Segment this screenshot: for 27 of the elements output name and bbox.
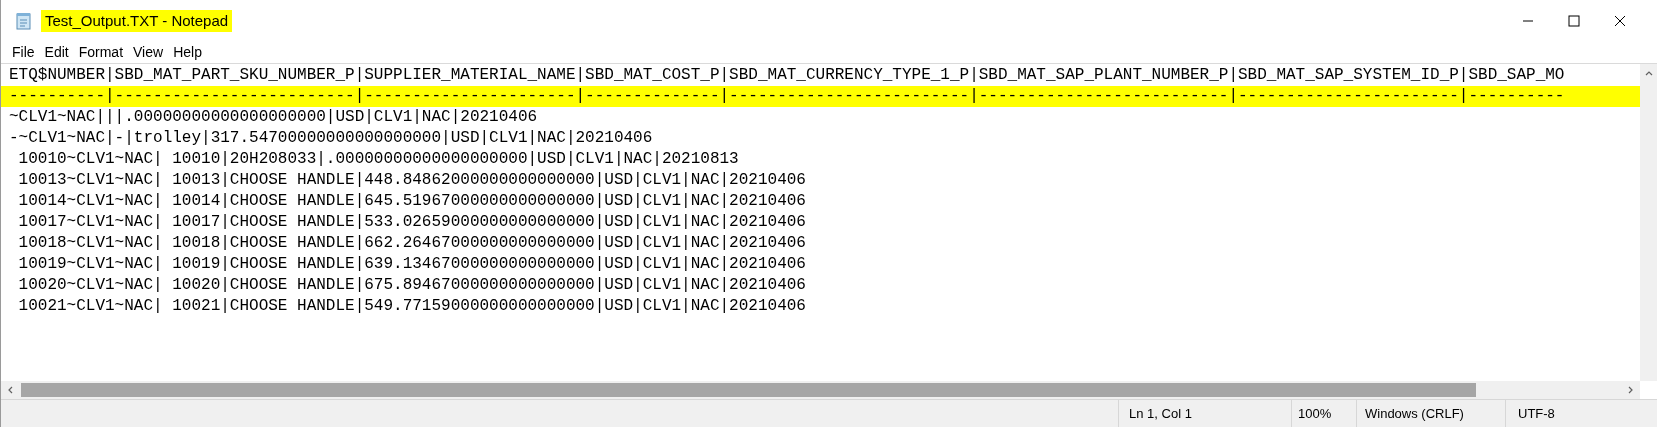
close-icon [1614,15,1626,27]
line-endings: Windows (CRLF) [1356,400,1505,427]
notepad-icon [15,12,33,30]
text-line: 10017~CLV1~NAC| 10017|CHOOSE HANDLE|533.02659000000000000000|USD|CLV1|NAC|20210406 [17,212,807,233]
text-line: 10020~CLV1~NAC| 10020|CHOOSE HANDLE|675.89467000000000000000|USD|CLV1|NAC|20210406 [17,275,807,296]
menu-item[interactable]: Format [73,42,129,63]
text-line: 10013~CLV1~NAC| 10013|CHOOSE HANDLE|448.84862000000000000000|USD|CLV1|NAC|20210406 [17,170,807,191]
text-line: 10021~CLV1~NAC| 10021|CHOOSE HANDLE|549.77159000000000000000|USD|CLV1|NAC|20210406 [17,296,807,317]
window-title: Test_Output.TXT - Notepad [41,9,233,33]
menu-item[interactable]: Edit [39,42,74,63]
text-line: ETQ$NUMBER|SBD_MAT_PART_SKU_NUMBER_P|SUPPLIER_MATERIAL_NAME|SBD_MAT_COST_P|SBD_MAT_CURRENCY_TYPE_1_P|SBD_MAT_SAP_PLANT_NUMBER_P|SBD_MAT_SAP_SYSTEM_ID_P|SBD_SAP_MO [8,65,1566,86]
menu-item[interactable]: View [128,42,169,63]
cursor-position: Ln 1, Col 1 [1118,400,1291,427]
text-line: 10018~CLV1~NAC| 10018|CHOOSE HANDLE|662.26467000000000000000|USD|CLV1|NAC|20210406 [17,233,807,254]
horizontal-scrollbar[interactable] [1,381,1640,399]
text-line: 10010~CLV1~NAC| 10010|20H208033|.00000000000000000000|USD|CLV1|NAC|20210813 [17,149,740,170]
text-line: -~CLV1~NAC|-|trolley|317.54700000000000000000|USD|CLV1|NAC|20210406 [8,128,654,149]
scrollbar-thumb[interactable] [21,383,1476,397]
maximize-icon [1568,15,1580,27]
text-line: ~CLV1~NAC|||.00000000000000000000|USD|CLV1|NAC|20210406 [8,107,539,128]
menu-item[interactable]: Help [168,42,207,63]
text-line: 10014~CLV1~NAC| 10014|CHOOSE HANDLE|645.51967000000000000000|USD|CLV1|NAC|20210406 [17,191,807,212]
text-line: 10019~CLV1~NAC| 10019|CHOOSE HANDLE|639.13467000000000000000|USD|CLV1|NAC|20210406 [17,254,807,275]
vertical-scrollbar[interactable] [1640,64,1657,381]
encoding: UTF-8 [1505,400,1657,427]
menu-item[interactable]: File [7,42,40,63]
zoom-level: 100% [1291,400,1356,427]
